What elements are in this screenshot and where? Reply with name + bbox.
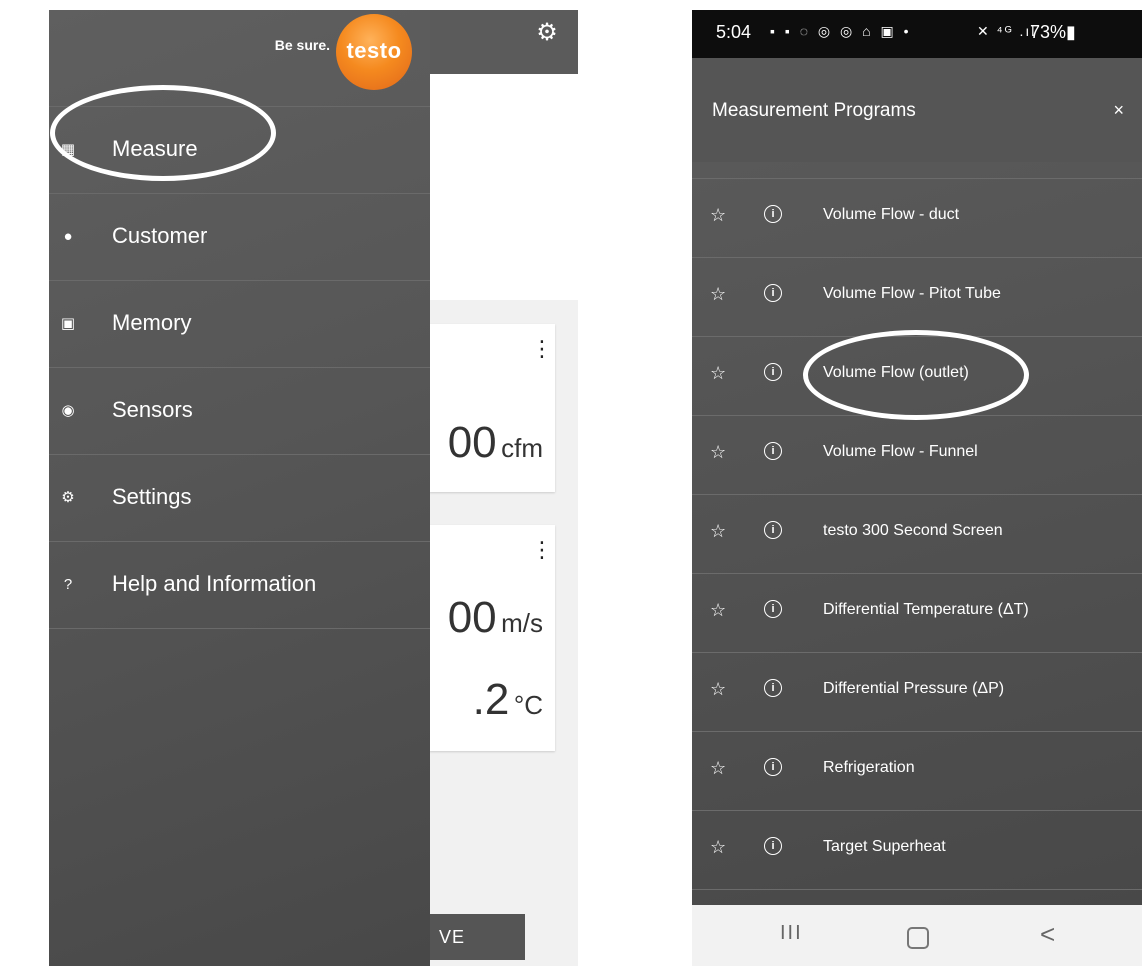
menu-item-label: Customer (112, 223, 208, 248)
list-item[interactable]: ☆ i Differential Pressure (ΔP) (692, 652, 1142, 731)
program-list: ☆ i Volume Flow - duct ☆ i Volume Flow -… (692, 178, 1142, 890)
page-title: Measurement Programs (712, 100, 916, 121)
signal-icon: ✕ ⁴ᴳ .ıl (977, 23, 1037, 39)
program-label: Volume Flow - Funnel (823, 443, 978, 460)
menu-item-customer[interactable]: ● Customer (49, 193, 430, 280)
help-icon: ? (63, 576, 73, 593)
info-icon[interactable]: i (764, 837, 782, 855)
sensor-icon: ◉ (61, 402, 75, 419)
left-app-screen: ⚙ ⋮ 00 cfm ⋮ 00 m/s .2 °C VE Be sure. te… (49, 10, 578, 966)
star-icon[interactable]: ☆ (710, 758, 726, 779)
menu-item-help[interactable]: ? Help and Information (49, 541, 430, 629)
reading-unit: cfm (501, 433, 543, 463)
list-item[interactable]: ☆ i testo 300 Second Screen (692, 494, 1142, 573)
reading-temperature: .2 °C (473, 675, 543, 725)
app-header: Measurement Programs × (692, 58, 1142, 162)
star-icon[interactable]: ☆ (710, 837, 726, 858)
save-icon: ▣ (60, 315, 76, 332)
list-item[interactable]: ☆ i Differential Temperature (ΔT) (692, 573, 1142, 652)
menu-item-settings[interactable]: ⚙ Settings (49, 454, 430, 541)
star-icon[interactable]: ☆ (710, 679, 726, 700)
list-item[interactable]: ☆ i Refrigeration (692, 731, 1142, 810)
person-icon: ● (63, 228, 73, 245)
program-label: Target Superheat (823, 838, 946, 855)
back-button[interactable]: < (1040, 919, 1055, 950)
star-icon[interactable]: ☆ (710, 521, 726, 542)
recent-apps-button[interactable]: III (780, 922, 803, 945)
status-bar: 5:04 ▪ ▪ ◌ ◎ ◎ ⌂ ▣ • ✕ ⁴ᴳ .ıl 73%▮ (692, 10, 1142, 58)
star-icon[interactable]: ☆ (710, 284, 726, 305)
menu-item-memory[interactable]: ▣ Memory (49, 280, 430, 367)
menu-item-label: Sensors (112, 397, 193, 422)
info-icon[interactable]: i (764, 600, 782, 618)
status-time: 5:04 (716, 22, 752, 42)
battery-level: 73%▮ (1030, 22, 1076, 42)
menu-item-label: Settings (112, 484, 192, 509)
info-icon[interactable]: i (764, 442, 782, 460)
kebab-menu-icon[interactable]: ⋮ (531, 539, 553, 561)
list-item[interactable]: ☆ i Volume Flow - Funnel (692, 415, 1142, 494)
menu-item-label: Help and Information (112, 571, 317, 596)
gear-icon[interactable]: ⚙ (534, 20, 560, 46)
navigation-drawer: Be sure. testo ▦ Measure ● Customer ▣ Me… (49, 10, 430, 966)
logo-text: testo (346, 38, 402, 63)
info-icon[interactable]: i (764, 205, 782, 223)
menu-item-sensors[interactable]: ◉ Sensors (49, 367, 430, 454)
testo-logo: testo (336, 14, 412, 90)
list-item[interactable]: ☆ i Target Superheat (692, 810, 1142, 890)
reading-value: 00 (447, 418, 497, 467)
highlight-circle-measure (50, 85, 276, 181)
program-label: Differential Pressure (ΔP) (823, 680, 1005, 697)
list-item[interactable]: ☆ i Volume Flow - duct (692, 178, 1142, 257)
info-icon[interactable]: i (764, 758, 782, 776)
reading-value: .2 (472, 675, 510, 724)
info-icon[interactable]: i (764, 521, 782, 539)
menu-item-label: Memory (112, 310, 192, 335)
measurement-card-volume-flow[interactable]: ⋮ 00 cfm (429, 324, 555, 492)
save-button[interactable]: VE (419, 914, 525, 960)
kebab-menu-icon[interactable]: ⋮ (531, 338, 553, 360)
drawer-menu: ▦ Measure ● Customer ▣ Memory ◉ Sensors … (49, 106, 430, 629)
info-icon[interactable]: i (764, 363, 782, 381)
info-icon[interactable]: i (764, 284, 782, 302)
program-label: testo 300 Second Screen (823, 522, 1003, 539)
star-icon[interactable]: ☆ (710, 205, 726, 226)
program-label: Refrigeration (823, 759, 915, 776)
highlight-circle-outlet (803, 330, 1029, 420)
star-icon[interactable]: ☆ (710, 363, 726, 384)
notification-icons: ▪ ▪ ◌ ◎ ◎ ⌂ ▣ • (770, 23, 912, 39)
program-label: Volume Flow - Pitot Tube (823, 285, 1001, 302)
reading-velocity: 00 m/s (448, 593, 543, 643)
right-phone-screen: 5:04 ▪ ▪ ◌ ◎ ◎ ⌂ ▣ • ✕ ⁴ᴳ .ıl 73%▮ Measu… (692, 10, 1142, 966)
reading-unit: °C (513, 690, 543, 720)
info-icon[interactable]: i (764, 679, 782, 697)
list-item[interactable]: ☆ i Volume Flow - Pitot Tube (692, 257, 1142, 336)
close-button[interactable]: × (1113, 100, 1124, 121)
program-label: Volume Flow - duct (823, 206, 960, 223)
reading-value: 00 (447, 593, 497, 642)
gear-icon: ⚙ (61, 489, 75, 506)
star-icon[interactable]: ☆ (710, 600, 726, 621)
brand-tagline: Be sure. (274, 37, 330, 53)
home-button[interactable] (907, 927, 929, 949)
star-icon[interactable]: ☆ (710, 442, 726, 463)
reading-unit: m/s (501, 608, 543, 638)
android-nav-bar: III < (692, 905, 1142, 966)
reading-volume-flow: 00 cfm (448, 418, 543, 468)
brand-header: Be sure. testo (212, 14, 412, 90)
program-label: Differential Temperature (ΔT) (823, 601, 1029, 618)
measurement-card-velocity-temp[interactable]: ⋮ 00 m/s .2 °C (429, 525, 555, 751)
